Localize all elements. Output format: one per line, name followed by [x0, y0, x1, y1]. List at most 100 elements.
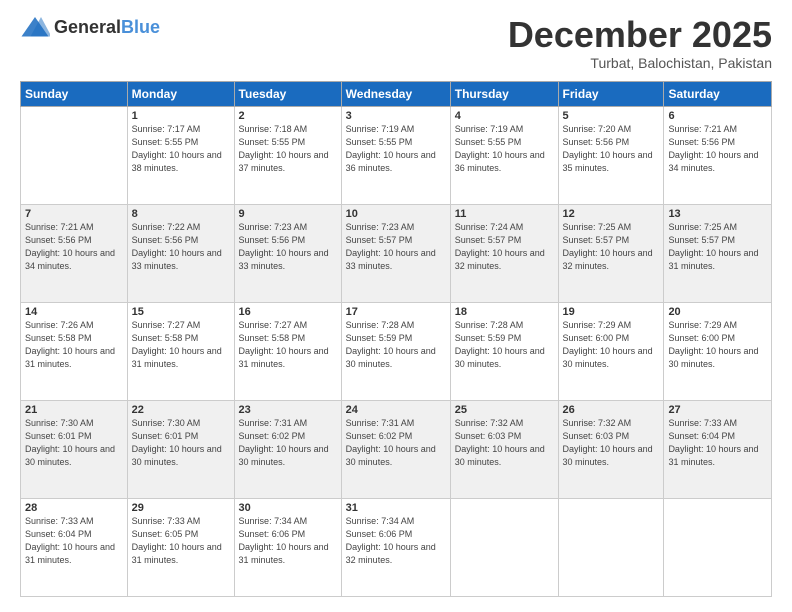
calendar-week-row: 21Sunrise: 7:30 AMSunset: 6:01 PMDayligh… — [21, 400, 772, 498]
day-number: 19 — [563, 306, 660, 318]
day-detail: Sunrise: 7:21 AMSunset: 5:56 PMDaylight:… — [25, 221, 123, 273]
table-row — [664, 498, 772, 596]
day-number: 23 — [239, 404, 337, 416]
table-row: 29Sunrise: 7:33 AMSunset: 6:05 PMDayligh… — [127, 498, 234, 596]
table-row: 15Sunrise: 7:27 AMSunset: 5:58 PMDayligh… — [127, 302, 234, 400]
day-detail: Sunrise: 7:33 AMSunset: 6:04 PMDaylight:… — [25, 515, 123, 567]
day-detail: Sunrise: 7:31 AMSunset: 6:02 PMDaylight:… — [346, 417, 446, 469]
month-title: December 2025 — [508, 15, 772, 55]
table-row: 19Sunrise: 7:29 AMSunset: 6:00 PMDayligh… — [558, 302, 664, 400]
calendar-week-row: 14Sunrise: 7:26 AMSunset: 5:58 PMDayligh… — [21, 302, 772, 400]
day-detail: Sunrise: 7:17 AMSunset: 5:55 PMDaylight:… — [132, 123, 230, 175]
day-detail: Sunrise: 7:27 AMSunset: 5:58 PMDaylight:… — [239, 319, 337, 371]
day-number: 6 — [668, 110, 767, 122]
day-number: 30 — [239, 502, 337, 514]
table-row: 18Sunrise: 7:28 AMSunset: 5:59 PMDayligh… — [450, 302, 558, 400]
day-detail: Sunrise: 7:33 AMSunset: 6:04 PMDaylight:… — [668, 417, 767, 469]
day-detail: Sunrise: 7:25 AMSunset: 5:57 PMDaylight:… — [563, 221, 660, 273]
table-row — [558, 498, 664, 596]
col-sunday: Sunday — [21, 81, 128, 106]
table-row: 3Sunrise: 7:19 AMSunset: 5:55 PMDaylight… — [341, 106, 450, 204]
day-number: 3 — [346, 110, 446, 122]
logo-blue: Blue — [121, 17, 160, 37]
table-row — [21, 106, 128, 204]
day-number: 29 — [132, 502, 230, 514]
table-row: 21Sunrise: 7:30 AMSunset: 6:01 PMDayligh… — [21, 400, 128, 498]
day-detail: Sunrise: 7:30 AMSunset: 6:01 PMDaylight:… — [132, 417, 230, 469]
day-detail: Sunrise: 7:24 AMSunset: 5:57 PMDaylight:… — [455, 221, 554, 273]
col-monday: Monday — [127, 81, 234, 106]
day-detail: Sunrise: 7:19 AMSunset: 5:55 PMDaylight:… — [455, 123, 554, 175]
col-wednesday: Wednesday — [341, 81, 450, 106]
calendar-week-row: 28Sunrise: 7:33 AMSunset: 6:04 PMDayligh… — [21, 498, 772, 596]
table-row: 12Sunrise: 7:25 AMSunset: 5:57 PMDayligh… — [558, 204, 664, 302]
day-number: 16 — [239, 306, 337, 318]
table-row: 4Sunrise: 7:19 AMSunset: 5:55 PMDaylight… — [450, 106, 558, 204]
logo-icon — [20, 15, 50, 40]
logo: GeneralBlue — [20, 15, 160, 40]
table-row: 28Sunrise: 7:33 AMSunset: 6:04 PMDayligh… — [21, 498, 128, 596]
day-detail: Sunrise: 7:20 AMSunset: 5:56 PMDaylight:… — [563, 123, 660, 175]
day-number: 13 — [668, 208, 767, 220]
day-number: 2 — [239, 110, 337, 122]
day-detail: Sunrise: 7:19 AMSunset: 5:55 PMDaylight:… — [346, 123, 446, 175]
col-tuesday: Tuesday — [234, 81, 341, 106]
table-row: 14Sunrise: 7:26 AMSunset: 5:58 PMDayligh… — [21, 302, 128, 400]
table-row: 9Sunrise: 7:23 AMSunset: 5:56 PMDaylight… — [234, 204, 341, 302]
day-number: 9 — [239, 208, 337, 220]
day-number: 25 — [455, 404, 554, 416]
day-number: 5 — [563, 110, 660, 122]
day-number: 14 — [25, 306, 123, 318]
day-detail: Sunrise: 7:29 AMSunset: 6:00 PMDaylight:… — [563, 319, 660, 371]
table-row: 1Sunrise: 7:17 AMSunset: 5:55 PMDaylight… — [127, 106, 234, 204]
day-number: 24 — [346, 404, 446, 416]
day-detail: Sunrise: 7:28 AMSunset: 5:59 PMDaylight:… — [455, 319, 554, 371]
table-row: 24Sunrise: 7:31 AMSunset: 6:02 PMDayligh… — [341, 400, 450, 498]
table-row: 31Sunrise: 7:34 AMSunset: 6:06 PMDayligh… — [341, 498, 450, 596]
day-detail: Sunrise: 7:23 AMSunset: 5:56 PMDaylight:… — [239, 221, 337, 273]
day-detail: Sunrise: 7:34 AMSunset: 6:06 PMDaylight:… — [346, 515, 446, 567]
calendar-table: Sunday Monday Tuesday Wednesday Thursday… — [20, 81, 772, 597]
day-detail: Sunrise: 7:23 AMSunset: 5:57 PMDaylight:… — [346, 221, 446, 273]
table-row: 20Sunrise: 7:29 AMSunset: 6:00 PMDayligh… — [664, 302, 772, 400]
col-friday: Friday — [558, 81, 664, 106]
day-detail: Sunrise: 7:34 AMSunset: 6:06 PMDaylight:… — [239, 515, 337, 567]
day-number: 1 — [132, 110, 230, 122]
day-detail: Sunrise: 7:33 AMSunset: 6:05 PMDaylight:… — [132, 515, 230, 567]
day-number: 27 — [668, 404, 767, 416]
day-detail: Sunrise: 7:18 AMSunset: 5:55 PMDaylight:… — [239, 123, 337, 175]
table-row: 8Sunrise: 7:22 AMSunset: 5:56 PMDaylight… — [127, 204, 234, 302]
day-detail: Sunrise: 7:28 AMSunset: 5:59 PMDaylight:… — [346, 319, 446, 371]
day-detail: Sunrise: 7:29 AMSunset: 6:00 PMDaylight:… — [668, 319, 767, 371]
day-detail: Sunrise: 7:25 AMSunset: 5:57 PMDaylight:… — [668, 221, 767, 273]
location: Turbat, Balochistan, Pakistan — [508, 55, 772, 71]
table-row: 11Sunrise: 7:24 AMSunset: 5:57 PMDayligh… — [450, 204, 558, 302]
header: GeneralBlue December 2025 Turbat, Baloch… — [20, 15, 772, 71]
day-number: 26 — [563, 404, 660, 416]
table-row: 6Sunrise: 7:21 AMSunset: 5:56 PMDaylight… — [664, 106, 772, 204]
day-detail: Sunrise: 7:30 AMSunset: 6:01 PMDaylight:… — [25, 417, 123, 469]
day-number: 31 — [346, 502, 446, 514]
table-row: 23Sunrise: 7:31 AMSunset: 6:02 PMDayligh… — [234, 400, 341, 498]
table-row: 30Sunrise: 7:34 AMSunset: 6:06 PMDayligh… — [234, 498, 341, 596]
day-number: 17 — [346, 306, 446, 318]
table-row: 26Sunrise: 7:32 AMSunset: 6:03 PMDayligh… — [558, 400, 664, 498]
day-number: 22 — [132, 404, 230, 416]
logo-general: General — [54, 17, 121, 37]
day-detail: Sunrise: 7:32 AMSunset: 6:03 PMDaylight:… — [455, 417, 554, 469]
col-thursday: Thursday — [450, 81, 558, 106]
calendar-week-row: 7Sunrise: 7:21 AMSunset: 5:56 PMDaylight… — [21, 204, 772, 302]
table-row: 2Sunrise: 7:18 AMSunset: 5:55 PMDaylight… — [234, 106, 341, 204]
day-detail: Sunrise: 7:31 AMSunset: 6:02 PMDaylight:… — [239, 417, 337, 469]
day-detail: Sunrise: 7:26 AMSunset: 5:58 PMDaylight:… — [25, 319, 123, 371]
col-saturday: Saturday — [664, 81, 772, 106]
calendar-week-row: 1Sunrise: 7:17 AMSunset: 5:55 PMDaylight… — [21, 106, 772, 204]
table-row: 13Sunrise: 7:25 AMSunset: 5:57 PMDayligh… — [664, 204, 772, 302]
table-row: 10Sunrise: 7:23 AMSunset: 5:57 PMDayligh… — [341, 204, 450, 302]
day-number: 21 — [25, 404, 123, 416]
table-row — [450, 498, 558, 596]
day-detail: Sunrise: 7:21 AMSunset: 5:56 PMDaylight:… — [668, 123, 767, 175]
day-detail: Sunrise: 7:22 AMSunset: 5:56 PMDaylight:… — [132, 221, 230, 273]
day-number: 12 — [563, 208, 660, 220]
table-row: 22Sunrise: 7:30 AMSunset: 6:01 PMDayligh… — [127, 400, 234, 498]
